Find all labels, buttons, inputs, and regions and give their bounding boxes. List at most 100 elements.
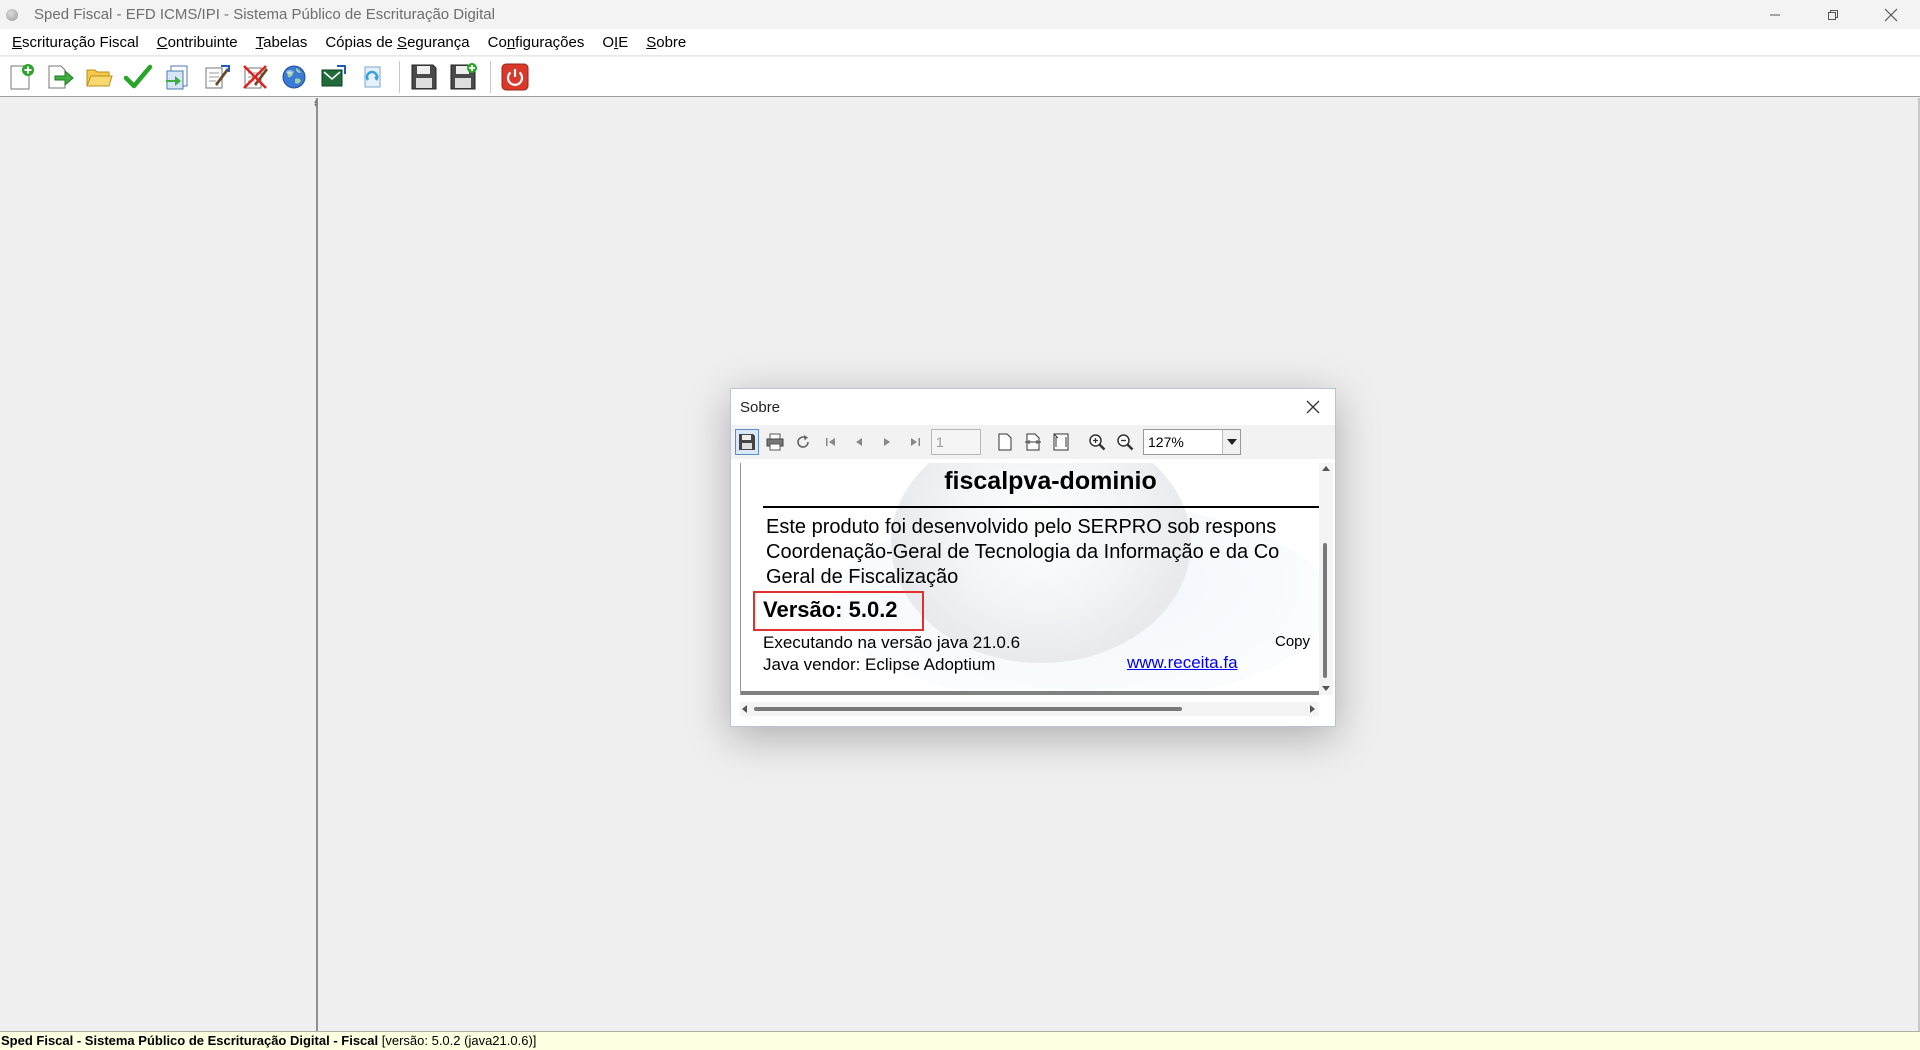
recycle-button[interactable] <box>354 59 390 95</box>
menu-contribuinte[interactable]: Contribuinte <box>148 29 247 56</box>
report-viewer-toolbar: 1 127% <box>731 425 1335 459</box>
new-file-icon <box>10 63 34 89</box>
menu-mnemonic: S <box>646 33 657 51</box>
description-line: Este produto foi desenvolvido pelo SERPR… <box>766 516 1277 538</box>
scroll-left-icon[interactable] <box>742 705 747 713</box>
remove-sign-icon <box>243 64 268 89</box>
scroll-down-icon[interactable] <box>1322 686 1330 691</box>
close-icon <box>1306 400 1320 414</box>
java-vendor-text: Java vendor: Eclipse Adoptium <box>763 655 996 674</box>
export-icon <box>166 65 188 89</box>
menu-mnemonic: E <box>12 33 23 51</box>
sign-button[interactable] <box>198 59 234 95</box>
window-controls <box>1746 0 1920 29</box>
menu-copias-de-seguranca[interactable]: Cópias de Segurança <box>316 29 478 56</box>
refresh-icon <box>797 435 809 448</box>
scroll-right-icon[interactable] <box>1310 705 1315 713</box>
previous-page-button[interactable] <box>847 429 871 455</box>
last-page-icon <box>911 438 920 446</box>
restore-button[interactable] <box>1804 0 1862 29</box>
window-titlebar: Sped Fiscal - EFD ICMS/IPI - Sistema Púb… <box>0 0 1920 29</box>
first-page-button[interactable] <box>819 429 843 455</box>
menu-label: obre <box>656 33 687 51</box>
save-report-button[interactable] <box>735 429 759 455</box>
version-label: Versão: 5.0.2 <box>763 597 898 622</box>
window-title: Sped Fiscal - EFD ICMS/IPI - Sistema Púb… <box>34 6 495 23</box>
exit-button[interactable] <box>497 59 533 95</box>
close-button[interactable] <box>1862 0 1920 29</box>
last-page-button[interactable] <box>903 429 927 455</box>
menu-label: scrituração Fiscal <box>22 33 139 51</box>
report-description: Este produto foi desenvolvido pelo SERPR… <box>766 515 1319 590</box>
menu-label: egurança <box>407 33 470 51</box>
validate-button[interactable] <box>120 59 156 95</box>
dialog-titlebar: Sobre <box>731 389 1335 425</box>
navigation-tree-pane <box>0 98 316 1031</box>
status-app-name: Sped Fiscal - Sistema Público de Escritu… <box>1 1033 379 1048</box>
new-file-button[interactable] <box>3 59 39 95</box>
fit-page-button[interactable] <box>1049 429 1073 455</box>
restore-backup-button[interactable] <box>445 59 481 95</box>
remove-sign-button[interactable] <box>237 59 273 95</box>
dialog-title: Sobre <box>740 398 781 416</box>
scroll-up-icon[interactable] <box>1322 466 1330 471</box>
page-bottom-edge <box>741 691 1319 695</box>
recycle-icon <box>364 66 381 87</box>
transmit-icon <box>321 64 346 86</box>
next-page-button[interactable] <box>875 429 899 455</box>
page-number-input[interactable]: 1 <box>931 429 981 455</box>
fit-width-button[interactable] <box>1021 429 1045 455</box>
copyright-text: Copy <box>1275 633 1311 650</box>
close-icon <box>1884 8 1898 21</box>
actual-size-button[interactable] <box>993 429 1017 455</box>
zoom-out-button[interactable] <box>1113 429 1137 455</box>
dialog-close-button[interactable] <box>1301 395 1325 419</box>
menu-configuracoes[interactable]: Configurações <box>479 29 594 56</box>
menu-label-prefix: Co <box>487 33 507 51</box>
menu-label: figurações <box>515 33 585 51</box>
status-bar: Sped Fiscal - Sistema Público de Escritu… <box>0 1031 1920 1050</box>
globe-button[interactable] <box>276 59 312 95</box>
import-button[interactable] <box>42 59 78 95</box>
status-version: [versão: 5.0.2 (java21.0.6)] <box>378 1033 537 1048</box>
title-divider <box>763 506 1319 508</box>
fit-width-icon <box>1025 433 1041 451</box>
receita-link[interactable]: www.receita.fa <box>1127 653 1238 673</box>
report-page-view: fiscalpva-dominio Este produto foi desen… <box>740 463 1319 695</box>
horizontal-scrollbar[interactable] <box>740 702 1319 716</box>
power-icon <box>501 63 529 90</box>
globe-icon <box>282 65 306 88</box>
menu-escrituracao-fiscal[interactable]: Escrituração Fiscal <box>3 29 148 56</box>
menu-bar: Escrituração Fiscal Contribuinte Tabelas… <box>0 29 1920 56</box>
transmit-button[interactable] <box>315 59 351 95</box>
print-button[interactable] <box>763 429 787 455</box>
menu-mnemonic: C <box>156 33 168 51</box>
zoom-in-button[interactable] <box>1085 429 1109 455</box>
chevron-down-icon[interactable] <box>1222 430 1240 454</box>
export-button[interactable] <box>159 59 195 95</box>
zoom-select[interactable]: 127% <box>1143 429 1241 455</box>
printer-icon <box>766 433 784 451</box>
scrollbar-thumb[interactable] <box>1323 543 1327 678</box>
previous-page-icon <box>856 438 862 446</box>
menu-label-prefix: O <box>602 33 615 51</box>
menu-label-prefix: Cópias de <box>325 33 398 51</box>
save-icon <box>739 434 755 450</box>
restore-icon <box>1828 9 1838 20</box>
menu-oie[interactable]: OIE <box>593 29 637 56</box>
validate-check-icon <box>123 64 153 88</box>
backup-button[interactable] <box>406 59 442 95</box>
menu-mnemonic: T <box>255 33 264 51</box>
vertical-scrollbar[interactable] <box>1319 463 1333 695</box>
menu-label: E <box>618 33 629 51</box>
menu-mnemonic: n <box>506 33 516 51</box>
menu-sobre[interactable]: Sobre <box>637 29 695 56</box>
toolbar-separator <box>399 60 400 93</box>
scrollbar-thumb[interactable] <box>754 707 1182 711</box>
open-folder-icon <box>86 69 113 86</box>
open-button[interactable] <box>81 59 117 95</box>
minimize-button[interactable] <box>1746 0 1804 29</box>
reload-button[interactable] <box>791 429 815 455</box>
menu-label: abelas <box>263 33 308 51</box>
menu-tabelas[interactable]: Tabelas <box>247 29 317 56</box>
